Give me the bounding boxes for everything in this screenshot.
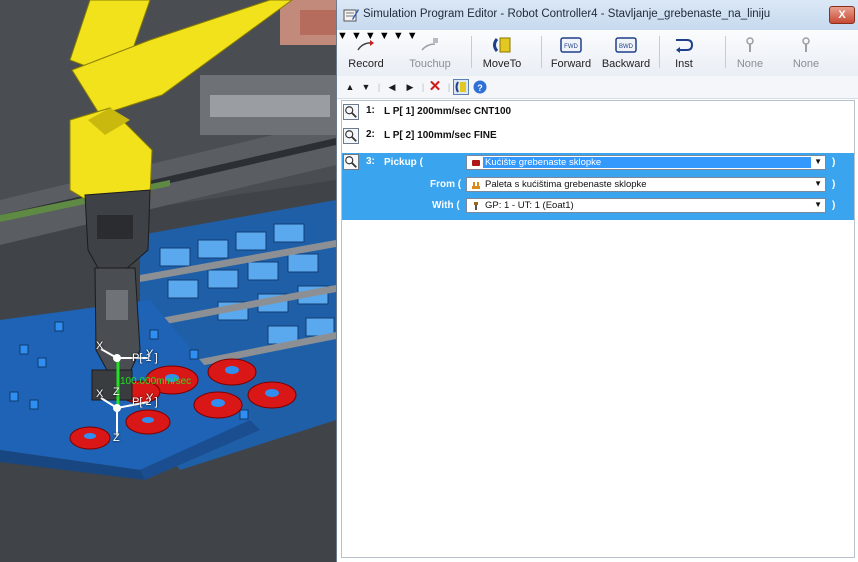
program-listing[interactable]: 1: L P[ 1] 200mm/sec CNT100 2: L P[ 2] 1…: [341, 100, 855, 558]
pallet-icon: [472, 182, 480, 189]
z-axis-label: Z: [113, 432, 120, 444]
toolbar-separator: [541, 36, 542, 68]
title-bar[interactable]: Simulation Program Editor - Robot Contro…: [337, 0, 858, 31]
main-toolbar: Record ▼ Touchup ▼ MoveTo ▼ FWD Forward …: [337, 30, 858, 77]
close-paren: ): [832, 200, 836, 211]
from-value: Paleta s kućištima grebenaste sklopke: [485, 179, 647, 190]
line-instruction: L P[ 2] 100mm/sec FINE: [384, 130, 497, 141]
with-value: GP: 1 - UT: 1 (Eoat1): [485, 200, 574, 211]
close-button[interactable]: X: [829, 6, 855, 24]
delete-icon[interactable]: ✕: [427, 79, 443, 95]
inst-label: Inst: [675, 58, 693, 70]
inst-button[interactable]: Inst: [667, 34, 701, 72]
pickup-part-value: Kućište grebenaste sklopke: [485, 157, 602, 168]
backward-icon-text: BWD: [619, 44, 634, 50]
forward-icon: FWD: [560, 37, 582, 53]
window-title: Simulation Program Editor - Robot Contro…: [363, 8, 771, 20]
help-icon[interactable]: ?: [473, 80, 487, 94]
point-label-p1: P[ 1 ]: [132, 352, 158, 364]
tool-icon: [802, 37, 810, 52]
editor-app-icon: [343, 9, 359, 22]
moveto-button[interactable]: MoveTo: [477, 34, 527, 72]
x-axis-label: X: [96, 340, 104, 352]
selected-pickup-instruction[interactable]: 3: Pickup ( Kućište grebenaste sklopke ▼…: [342, 153, 854, 220]
previous-icon[interactable]: ◀: [385, 79, 399, 95]
backward-button[interactable]: BWD Backward: [599, 34, 653, 72]
inst-icon: [676, 39, 694, 53]
3d-viewport[interactable]: X Y P[ 1 ] X Y P[ 2 ] Z Z 100.000mm/sec: [0, 0, 336, 562]
line-number: 2:: [366, 129, 375, 140]
none-label-2: None: [792, 58, 820, 70]
none-label-1: None: [736, 58, 764, 70]
program-line[interactable]: 1: L P[ 1] 200mm/sec CNT100: [342, 103, 854, 121]
from-select[interactable]: Paleta s kućištima grebenaste sklopke ▼: [466, 177, 826, 192]
toolbar-separator: [471, 36, 472, 68]
program-line[interactable]: 2: L P[ 2] 100mm/sec FINE: [342, 127, 854, 145]
point-label-p2: P[ 2 ]: [132, 396, 158, 408]
backward-label: Backward: [601, 58, 651, 70]
magnifier-icon[interactable]: [343, 128, 359, 144]
svg-text:?: ?: [477, 83, 483, 93]
simulation-program-editor-window: Simulation Program Editor - Robot Contro…: [336, 0, 858, 562]
toolbar-separator: [659, 36, 660, 68]
magnifier-icon[interactable]: [343, 154, 359, 170]
from-keyword: From (: [430, 179, 462, 190]
line-number: 3:: [366, 156, 375, 167]
backward-icon: BWD: [615, 37, 637, 53]
with-select[interactable]: GP: 1 - UT: 1 (Eoat1) ▼: [466, 198, 826, 213]
z-axis-label: Z: [113, 386, 120, 398]
with-keyword: With (: [432, 200, 460, 211]
touchup-label: Touchup: [409, 58, 451, 70]
line-number: 1:: [366, 105, 375, 116]
pickup-part-select[interactable]: Kućište grebenaste sklopke ▼: [466, 155, 826, 170]
move-up-icon[interactable]: ▲: [343, 79, 357, 95]
magnifier-icon[interactable]: [343, 104, 359, 120]
none-button-1[interactable]: None: [733, 34, 767, 72]
toolbar-separator: |: [377, 82, 381, 92]
close-paren: ): [832, 179, 836, 190]
moveto-small-icon[interactable]: [453, 79, 469, 95]
chevron-down-icon[interactable]: ▼: [814, 157, 822, 166]
simulation-scene: [0, 0, 336, 562]
toolbar-separator: |: [447, 82, 451, 92]
tool-icon: [746, 37, 754, 52]
moveto-label: MoveTo: [482, 58, 522, 70]
pickup-keyword: Pickup (: [384, 157, 423, 168]
record-button[interactable]: Record: [343, 34, 389, 72]
part-icon: [472, 160, 480, 166]
speed-label: 100.000mm/sec: [120, 376, 192, 387]
record-label: Record: [348, 58, 384, 70]
chevron-down-icon[interactable]: ▼: [814, 179, 822, 188]
next-icon[interactable]: ▶: [403, 79, 417, 95]
move-down-icon[interactable]: ▼: [359, 79, 373, 95]
x-axis-label: X: [96, 388, 104, 400]
forward-icon-text: FWD: [564, 44, 578, 50]
close-paren: ): [832, 157, 836, 168]
none-button-2[interactable]: None: [789, 34, 823, 72]
forward-button[interactable]: FWD Forward: [547, 34, 595, 72]
forward-label: Forward: [550, 58, 592, 70]
navigation-toolbar: ▲ ▼ | ◀ ▶ | ✕ | ?: [337, 76, 858, 99]
line-instruction: L P[ 1] 200mm/sec CNT100: [384, 106, 512, 117]
chevron-down-icon[interactable]: ▼: [814, 200, 822, 209]
toolbar-separator: |: [421, 82, 425, 92]
toolbar-separator: [725, 36, 726, 68]
moveto-icon: [493, 37, 511, 53]
gripper-icon: [474, 202, 478, 210]
touchup-button[interactable]: Touchup: [403, 34, 457, 72]
record-icon: [357, 40, 374, 51]
touchup-icon: [421, 38, 438, 51]
